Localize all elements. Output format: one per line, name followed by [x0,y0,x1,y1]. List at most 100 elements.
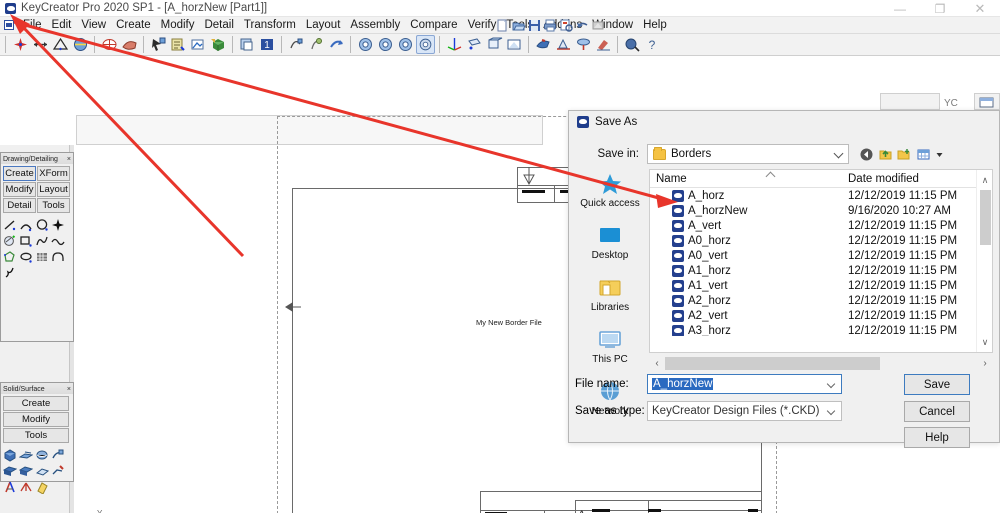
center-icon[interactable] [71,35,90,54]
help-button[interactable]: Help [904,427,970,448]
primitive-box-icon[interactable] [3,448,17,462]
undo-icon[interactable] [575,18,590,33]
new-folder-icon[interactable] [897,147,912,162]
verify-icon[interactable] [169,35,188,54]
chevron-down-icon[interactable] [826,379,836,389]
place-libraries[interactable]: Libraries [575,275,645,327]
file-list-item[interactable]: A_horzNew 9/16/2020 10:27 AM [650,203,976,218]
axis-icon[interactable] [445,35,464,54]
save-as-dialog[interactable]: Save As Save in: Borders Quick access De… [568,110,1000,448]
scroll-right-icon[interactable]: › [977,358,993,369]
view-gear-2-icon[interactable] [376,35,395,54]
back-icon[interactable] [859,147,874,162]
cancel-button[interactable]: Cancel [904,401,970,422]
panel-button-tools[interactable]: Tools [3,428,69,443]
boolean-sub-icon[interactable] [18,464,34,478]
panel-button-create[interactable]: Create [3,396,69,411]
panel-button-create[interactable]: Create [3,166,36,181]
menu-modify[interactable]: Modify [156,18,200,32]
blend-icon[interactable] [51,464,65,478]
place-desktop[interactable]: Desktop [575,223,645,275]
open-icon[interactable] [511,18,526,33]
rotate-view-icon[interactable] [465,35,484,54]
sketch-icon[interactable] [3,266,17,280]
dimension-icon[interactable] [554,35,573,54]
print-preview-icon[interactable] [559,18,574,33]
level-undo-icon[interactable] [327,35,346,54]
save-in-combobox[interactable]: Borders [647,144,849,164]
panel-button-modify[interactable]: Modify [3,412,69,427]
menu-assembly[interactable]: Assembly [345,18,405,32]
level-mask-icon[interactable] [307,35,326,54]
chevron-down-icon[interactable] [826,406,836,416]
close-icon[interactable]: × [67,155,71,164]
trim-surface-icon[interactable] [35,480,49,495]
maximize-button[interactable]: ❐ [920,0,960,17]
zoom-window-icon[interactable] [505,35,524,54]
new-icon[interactable] [495,18,510,33]
view-gear-1-icon[interactable] [356,35,375,54]
menu-layout[interactable]: Layout [301,18,346,32]
column-header-date[interactable]: Date modified [848,173,978,185]
surface-icon[interactable] [3,480,17,494]
file-list-item[interactable]: A2_horz 12/12/2019 11:15 PM [650,293,976,308]
select-icon[interactable] [149,35,168,54]
shell-icon[interactable] [35,464,50,478]
file-list-item[interactable]: A_vert 12/12/2019 11:15 PM [650,218,976,233]
panel-button-xform[interactable]: XForm [37,166,70,181]
point-icon[interactable] [51,218,65,232]
detail-icon[interactable] [574,35,593,54]
help-pointer-icon[interactable] [623,35,642,54]
view-button-extra[interactable] [974,93,1000,110]
section-icon[interactable] [594,35,613,54]
layer-icon[interactable] [238,35,257,54]
circle-icon[interactable] [35,218,49,232]
scroll-up-icon[interactable]: ∧ [977,172,993,188]
sweep-icon[interactable] [51,448,65,462]
place-quick-access[interactable]: Quick access [575,171,645,223]
save-button[interactable]: Save [904,374,970,395]
help-question-icon[interactable]: ? [643,35,662,54]
file-name-input[interactable]: A_horzNew [647,374,842,394]
system-menu-icon[interactable] [4,20,14,30]
menu-file[interactable]: File [18,18,47,32]
column-header-name[interactable]: Name [650,173,848,185]
view-button-group[interactable] [880,93,940,110]
print-icon[interactable] [543,18,558,33]
midpoint-icon[interactable] [51,35,70,54]
scrollbar-thumb[interactable] [665,356,880,370]
menu-compare[interactable]: Compare [405,18,462,32]
file-list-item[interactable]: A_horz 12/12/2019 11:15 PM [650,188,976,203]
menu-create[interactable]: Create [111,18,156,32]
file-list-item[interactable]: A1_horz 12/12/2019 11:15 PM [650,263,976,278]
surface-icon[interactable] [120,35,139,54]
file-list-vertical-scrollbar[interactable]: ∧ ∨ [976,170,992,352]
mass-icon[interactable] [189,35,208,54]
file-list-item[interactable]: A0_vert 12/12/2019 11:15 PM [650,248,976,263]
file-list-item[interactable]: A0_horz 12/12/2019 11:15 PM [650,233,976,248]
line-icon[interactable] [3,218,17,232]
views-dropdown-icon[interactable] [935,147,944,162]
color-cube-icon[interactable] [209,35,228,54]
save-as-type-select[interactable]: KeyCreator Design Files (*.CKD) [647,401,842,421]
menu-help[interactable]: Help [638,18,672,32]
ruled-surface-icon[interactable] [19,480,33,494]
panel-button-modify[interactable]: Modify [3,182,36,197]
place-this-pc[interactable]: This PC [575,327,645,379]
endpoint-icon[interactable] [31,35,50,54]
menu-transform[interactable]: Transform [239,18,301,32]
menu-detail[interactable]: Detail [199,18,238,32]
level-number-icon[interactable]: 1 [258,35,277,54]
close-icon[interactable]: × [67,385,71,394]
redo-icon[interactable] [591,18,606,33]
view-gear-3-icon[interactable] [396,35,415,54]
up-folder-icon[interactable] [878,147,893,162]
fillet-icon[interactable] [51,250,65,264]
menu-edit[interactable]: Edit [47,18,77,32]
polygon-icon[interactable] [3,250,17,264]
minimize-button[interactable]: — [880,0,920,17]
render-icon[interactable] [534,35,553,54]
file-list[interactable]: Name Date modified A_horz 12/12/2019 11:1… [649,169,993,353]
close-button[interactable]: ✕ [960,0,1000,17]
pan-icon[interactable] [485,35,504,54]
